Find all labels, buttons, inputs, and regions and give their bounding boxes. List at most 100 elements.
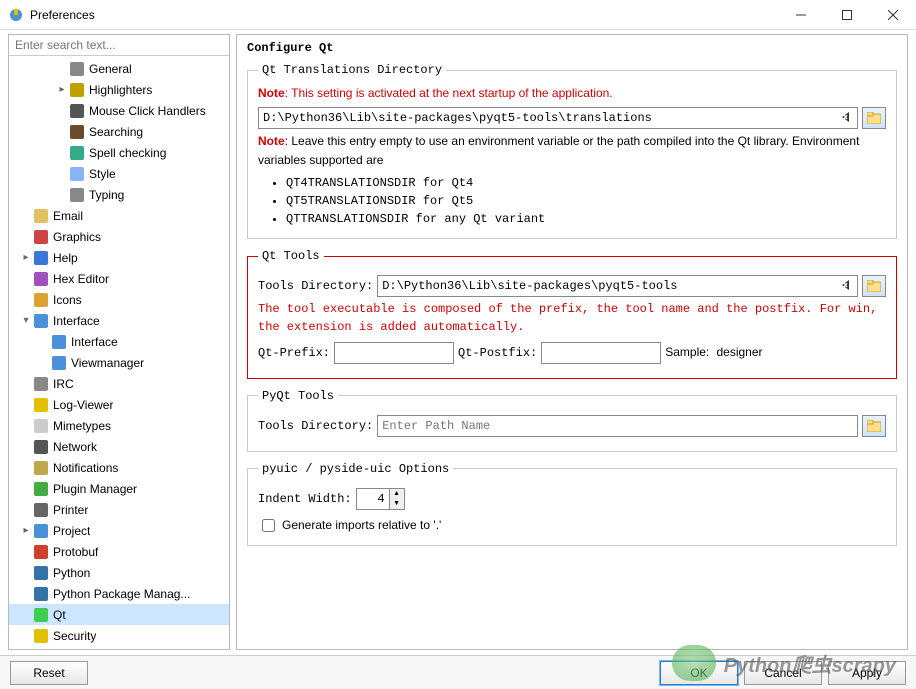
log-icon (33, 397, 49, 413)
gear-icon (69, 61, 85, 77)
tree-item-hex-editor[interactable]: Hex Editor (9, 268, 229, 289)
browse-button[interactable] (862, 415, 886, 437)
binoculars-icon (69, 124, 85, 140)
tree-item-python-package-manag-[interactable]: Python Package Manag... (9, 583, 229, 604)
tools-dir-label: Tools Directory: (258, 279, 373, 293)
browse-button[interactable] (862, 275, 886, 297)
tree-item-label: General (89, 62, 132, 76)
tree-item-label: Qt (53, 608, 66, 622)
pyqt-tools-group: PyQt Tools Tools Directory: (247, 389, 897, 452)
tree-item-label: Highlighters (89, 83, 152, 97)
clear-icon[interactable] (838, 110, 852, 127)
qt-prefix-label: Qt-Prefix: (258, 346, 330, 360)
tree-item-searching[interactable]: Searching (9, 121, 229, 142)
tree-item-general[interactable]: General (9, 58, 229, 79)
tree-item-graphics[interactable]: Graphics (9, 226, 229, 247)
qt-postfix-input[interactable] (541, 342, 661, 364)
minimize-button[interactable] (778, 0, 824, 30)
interface-icon (51, 334, 67, 350)
search-input[interactable] (9, 35, 229, 56)
clear-icon[interactable] (838, 278, 852, 295)
project-icon (33, 523, 49, 539)
ok-button[interactable]: OK (660, 661, 738, 685)
tree-item-typing[interactable]: Typing (9, 184, 229, 205)
tree-item-icons[interactable]: Icons (9, 289, 229, 310)
tree-item-security[interactable]: Security (9, 625, 229, 646)
qt-prefix-input[interactable] (334, 342, 454, 364)
hex-icon (33, 271, 49, 287)
tree-item-viewmanager[interactable]: Viewmanager (9, 352, 229, 373)
tree-item-highlighters[interactable]: ▸Highlighters (9, 79, 229, 100)
translations-note2: Note: Leave this entry empty to use an e… (258, 133, 886, 170)
browse-button[interactable] (862, 107, 886, 129)
email-icon (33, 208, 49, 224)
tree-item-email[interactable]: Email (9, 205, 229, 226)
pyqt-dir-label: Tools Directory: (258, 419, 373, 433)
maximize-button[interactable] (824, 0, 870, 30)
tree-item-irc[interactable]: IRC (9, 373, 229, 394)
tree-item-label: Protobuf (53, 545, 98, 559)
tree-item-mouse-click-handlers[interactable]: Mouse Click Handlers (9, 100, 229, 121)
chevron-icon: ▸ (19, 525, 33, 536)
tree-item-interface[interactable]: Interface (9, 331, 229, 352)
generate-imports-checkbox[interactable]: Generate imports relative to '.' (258, 516, 886, 535)
qt-tools-dir-input[interactable] (377, 275, 858, 297)
indent-width-input[interactable] (357, 491, 389, 507)
tree-item-notifications[interactable]: Notifications (9, 457, 229, 478)
qt-tools-group: Qt Tools Tools Directory: The tool execu… (247, 249, 897, 379)
tree-item-label: Notifications (53, 461, 118, 475)
tree-item-label: Spell checking (89, 146, 166, 160)
close-button[interactable] (870, 0, 916, 30)
qt-icon (33, 607, 49, 623)
cancel-button[interactable]: Cancel (744, 661, 822, 685)
env-var-item: QT5TRANSLATIONSDIR for Qt5 (286, 192, 886, 210)
translations-dir-input[interactable] (258, 107, 858, 129)
pyqt-dir-input[interactable] (377, 415, 858, 437)
apply-button[interactable]: Apply (828, 661, 906, 685)
chevron-icon: ▾ (19, 315, 33, 326)
reset-button[interactable]: Reset (10, 661, 88, 685)
titlebar: Preferences (0, 0, 916, 30)
content-panel: Configure Qt Qt Translations Directory N… (236, 34, 908, 650)
mouse-icon (69, 103, 85, 119)
mimetypes-icon (33, 418, 49, 434)
tree-item-qt[interactable]: Qt (9, 604, 229, 625)
tree-item-style[interactable]: Style (9, 163, 229, 184)
tree-item-spell-checking[interactable]: Spell checking (9, 142, 229, 163)
tree-item-label: Network (53, 440, 97, 454)
stepper-up-icon[interactable]: ▲ (390, 489, 404, 499)
indent-width-stepper[interactable]: ▲▼ (356, 488, 405, 510)
pyqt-tools-legend: PyQt Tools (258, 389, 338, 403)
tree-item-interface[interactable]: ▾ Interface (9, 310, 229, 331)
tree-item-protobuf[interactable]: Protobuf (9, 541, 229, 562)
tree-item-mimetypes[interactable]: Mimetypes (9, 415, 229, 436)
tree-item-printer[interactable]: Printer (9, 499, 229, 520)
style-icon (69, 166, 85, 182)
qt-tools-legend: Qt Tools (258, 249, 324, 263)
tree-item-label: Viewmanager (71, 356, 144, 370)
preferences-tree[interactable]: General▸HighlightersMouse Click Handlers… (9, 56, 229, 649)
chevron-icon: ▸ (19, 252, 33, 263)
tree-item-help[interactable]: ▸Help (9, 247, 229, 268)
tree-item-log-viewer[interactable]: Log-Viewer (9, 394, 229, 415)
tree-item-label: Searching (89, 125, 143, 139)
indent-width-label: Indent Width: (258, 492, 352, 506)
tree-item-label: Log-Viewer (53, 398, 113, 412)
tree-item-python[interactable]: Python (9, 562, 229, 583)
graphics-icon (33, 229, 49, 245)
tree-item-label: Email (53, 209, 83, 223)
tree-item-label: Icons (53, 293, 82, 307)
qt-postfix-label: Qt-Postfix: (458, 346, 537, 360)
tree-item-label: Project (53, 524, 90, 538)
stepper-down-icon[interactable]: ▼ (390, 499, 404, 509)
tree-item-plugin-manager[interactable]: Plugin Manager (9, 478, 229, 499)
pyuic-options-group: pyuic / pyside-uic Options Indent Width:… (247, 462, 897, 546)
sidebar: General▸HighlightersMouse Click Handlers… (8, 34, 230, 650)
env-var-list: QT4TRANSLATIONSDIR for Qt4QT5TRANSLATION… (258, 174, 886, 228)
qt-translations-legend: Qt Translations Directory (258, 63, 446, 77)
tree-item-project[interactable]: ▸ Project (9, 520, 229, 541)
tree-item-label: Mouse Click Handlers (89, 104, 206, 118)
tree-item-label: Interface (53, 314, 100, 328)
generate-imports-input[interactable] (262, 519, 275, 532)
tree-item-network[interactable]: Network (9, 436, 229, 457)
